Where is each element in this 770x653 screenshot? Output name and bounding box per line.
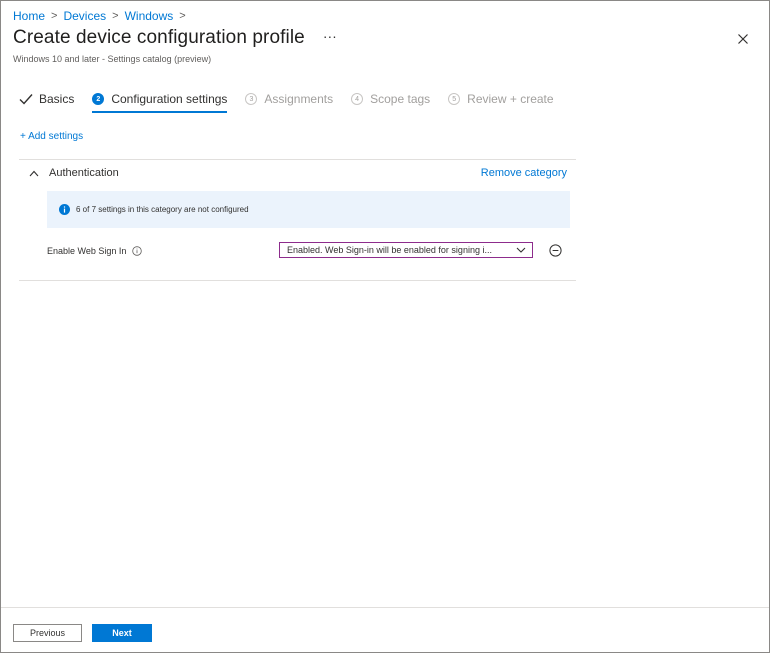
- remove-category-link[interactable]: Remove category: [481, 167, 567, 179]
- step-number: 5: [448, 93, 461, 105]
- previous-button[interactable]: Previous: [13, 624, 82, 642]
- dropdown-value: Enabled. Web Sign-in will be enabled for…: [287, 245, 492, 255]
- breadcrumb-home[interactable]: Home: [13, 9, 45, 23]
- info-message-bar: 6 of 7 settings in this category are not…: [47, 191, 570, 228]
- setting-label: Enable Web Sign In: [47, 246, 127, 256]
- category-header[interactable]: Authentication: [29, 167, 119, 179]
- remove-circle-icon[interactable]: [549, 244, 562, 257]
- step-label: Assignments: [264, 92, 334, 106]
- checkmark-icon: [19, 94, 33, 105]
- category-title: Authentication: [49, 167, 119, 179]
- step-assignments[interactable]: 3 Assignments: [245, 89, 333, 109]
- info-message-text: 6 of 7 settings in this category are not…: [76, 205, 249, 214]
- breadcrumb-separator: >: [51, 10, 58, 22]
- chevron-down-icon: [516, 247, 526, 253]
- chevron-up-icon: [29, 170, 39, 176]
- info-icon: [59, 204, 70, 215]
- title-row: Create device configuration profile ···: [13, 27, 337, 49]
- step-review-create[interactable]: 5 Review + create: [448, 89, 554, 109]
- step-configuration-settings[interactable]: 2 Configuration settings: [92, 89, 228, 113]
- step-number: 3: [245, 93, 258, 105]
- breadcrumb-separator: >: [179, 10, 186, 22]
- breadcrumb: Home > Devices > Windows >: [13, 9, 192, 23]
- next-button[interactable]: Next: [92, 624, 152, 642]
- step-basics[interactable]: Basics: [19, 89, 74, 109]
- breadcrumb-separator: >: [112, 10, 119, 22]
- close-icon[interactable]: [735, 31, 751, 47]
- setting-row-label: Enable Web Sign In: [47, 246, 143, 256]
- step-label: Review + create: [467, 92, 554, 106]
- step-scope-tags[interactable]: 4 Scope tags: [351, 89, 430, 109]
- step-number: 2: [92, 93, 105, 105]
- more-options-button[interactable]: ···: [323, 29, 337, 43]
- wizard-steps: Basics 2 Configuration settings 3 Assign…: [19, 89, 572, 113]
- add-settings-link[interactable]: + Add settings: [20, 131, 83, 142]
- step-label: Scope tags: [370, 92, 431, 106]
- blade: Home > Devices > Windows > Create device…: [0, 0, 770, 653]
- info-tooltip-icon[interactable]: [132, 246, 143, 256]
- step-number: 4: [351, 93, 364, 105]
- page-title: Create device configuration profile: [13, 27, 305, 48]
- page-subtitle: Windows 10 and later - Settings catalog …: [13, 54, 212, 64]
- category-section: Authentication Remove category 6 of 7 se…: [19, 159, 576, 281]
- web-sign-in-dropdown[interactable]: Enabled. Web Sign-in will be enabled for…: [279, 242, 533, 258]
- footer: Previous Next: [1, 607, 769, 652]
- step-label: Configuration settings: [111, 92, 228, 106]
- breadcrumb-windows[interactable]: Windows: [125, 9, 174, 23]
- breadcrumb-devices[interactable]: Devices: [63, 9, 106, 23]
- step-label: Basics: [39, 92, 75, 106]
